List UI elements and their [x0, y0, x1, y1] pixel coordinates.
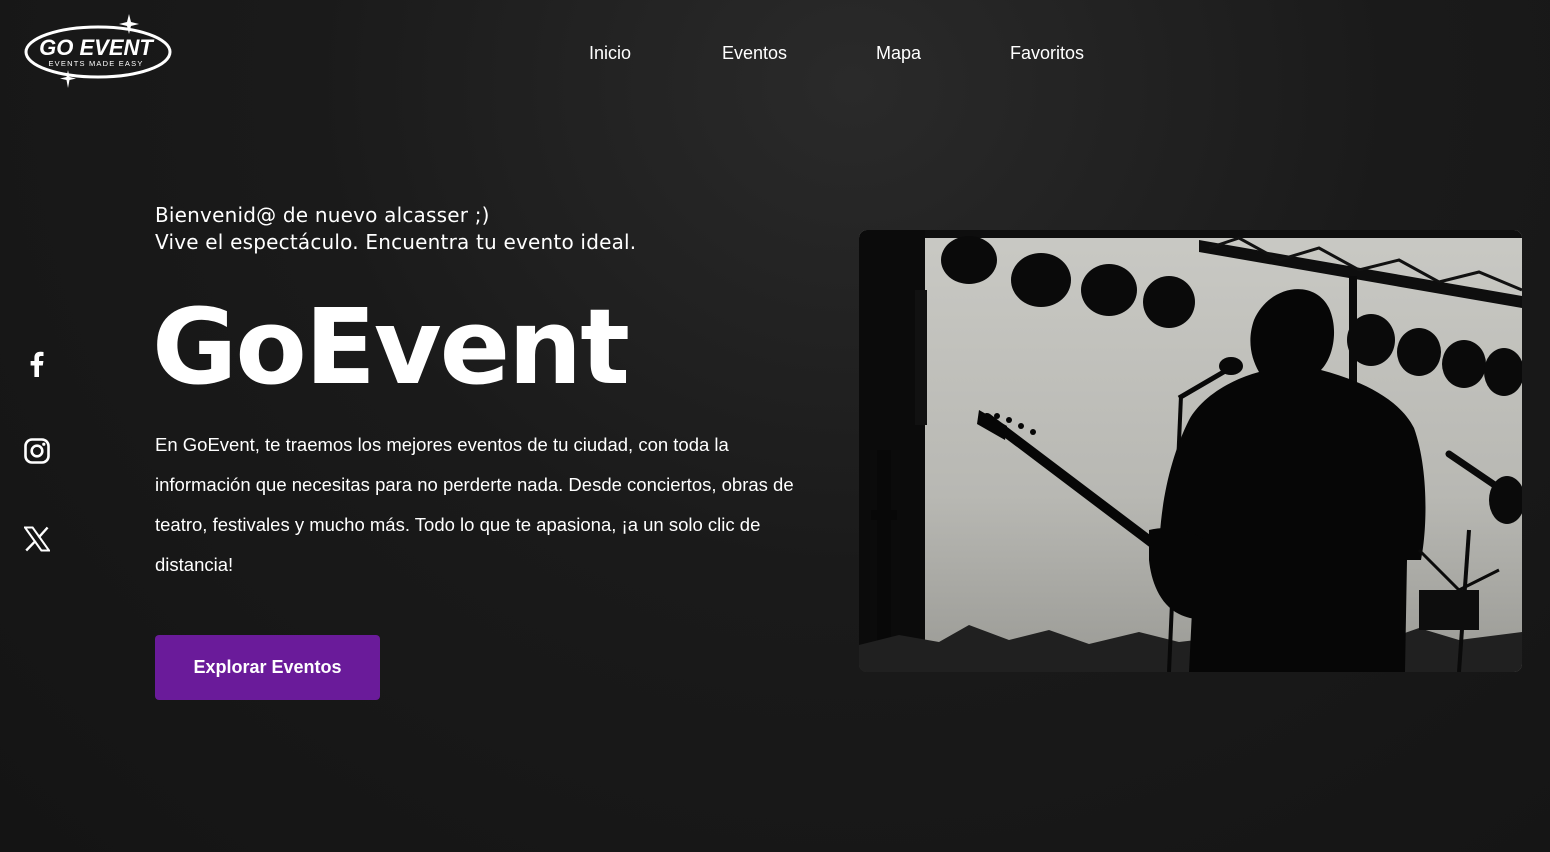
- instagram-icon[interactable]: [22, 436, 52, 466]
- main-nav: Inicio Eventos Mapa Favoritos: [0, 40, 1550, 66]
- explore-events-button[interactable]: Explorar Eventos: [155, 635, 380, 700]
- hero-concert-image: [859, 230, 1522, 672]
- nav-item-inicio[interactable]: Inicio: [589, 40, 631, 66]
- hero-subtitle: Vive el espectáculo. Encuentra tu evento…: [155, 230, 637, 254]
- hero-greeting-block: Bienvenid@ de nuevo alcasser ;) Vive el …: [155, 202, 636, 256]
- nav-item-eventos[interactable]: Eventos: [722, 40, 787, 66]
- x-icon[interactable]: [22, 524, 52, 554]
- hero-title: GoEvent: [152, 286, 630, 408]
- nav-item-mapa[interactable]: Mapa: [876, 40, 921, 66]
- welcome-message: Bienvenid@ de nuevo alcasser ;): [155, 203, 490, 227]
- facebook-icon[interactable]: [22, 349, 52, 379]
- nav-item-favoritos[interactable]: Favoritos: [1010, 40, 1084, 66]
- hero-description: En GoEvent, te traemos los mejores event…: [155, 434, 794, 575]
